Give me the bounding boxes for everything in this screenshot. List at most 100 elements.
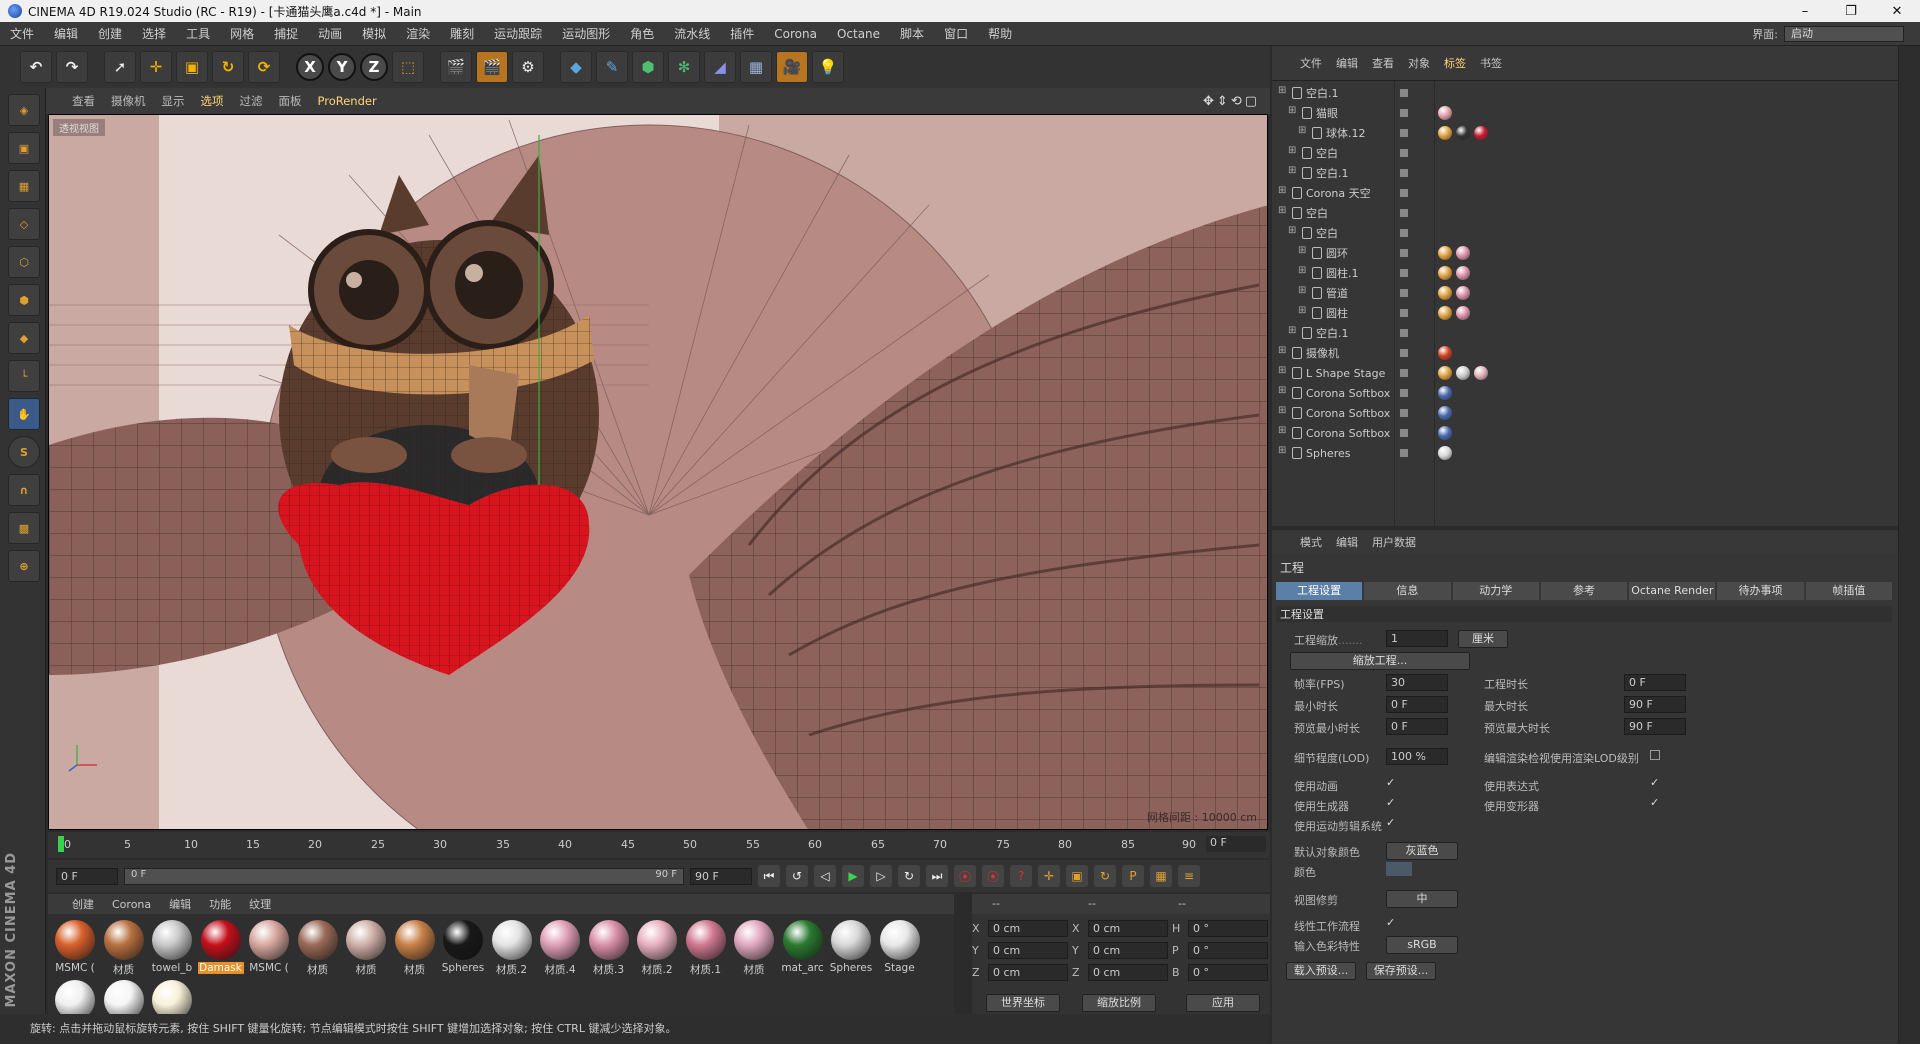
coordinate-mode-select[interactable]: 世界坐标 xyxy=(986,994,1060,1012)
tag-icon[interactable] xyxy=(1438,406,1452,420)
size-x-field[interactable]: 0 cm xyxy=(1088,920,1168,937)
object-row[interactable]: ⊞ Corona Softbox xyxy=(1272,403,1900,423)
rotation-p-field[interactable]: 0 ° xyxy=(1188,942,1268,959)
expand-icon[interactable]: ⊞ xyxy=(1278,185,1286,196)
visibility-toggle[interactable] xyxy=(1400,209,1408,217)
expand-icon[interactable]: ⊞ xyxy=(1278,85,1286,96)
polygons-mode-icon[interactable]: ◆ xyxy=(8,322,40,354)
mat-menu-function[interactable]: 功能 xyxy=(209,896,231,912)
object-row[interactable]: ⊞ 空白.1 xyxy=(1272,163,1900,183)
next-frame-icon[interactable]: ▷ xyxy=(870,865,892,887)
use-expr-checkbox[interactable]: ✓ xyxy=(1650,776,1659,789)
tab-project-settings[interactable]: 工程设置 xyxy=(1276,582,1363,600)
obj-menu-edit[interactable]: 编辑 xyxy=(1336,55,1358,71)
render-settings-icon[interactable]: ⚙ xyxy=(512,51,544,83)
timeline-options-icon[interactable]: ≡ xyxy=(1178,865,1200,887)
use-anim-checkbox[interactable]: ✓ xyxy=(1386,776,1395,789)
menu-character[interactable]: 角色 xyxy=(620,25,664,42)
visibility-toggle[interactable] xyxy=(1400,189,1408,197)
object-name[interactable]: 空白.1 xyxy=(1316,165,1349,181)
restore-button[interactable]: ❐ xyxy=(1828,4,1874,19)
object-row[interactable]: ⊞ 圆柱.1 xyxy=(1272,263,1900,283)
tab-octane-render[interactable]: Octane Render xyxy=(1629,582,1716,600)
render-view-icon[interactable]: 🎬 xyxy=(440,51,472,83)
preview-max-field[interactable]: 90 F xyxy=(1624,718,1686,735)
material-swatch[interactable]: 材质.3 xyxy=(586,918,632,978)
visibility-toggle[interactable] xyxy=(1400,309,1408,317)
material-swatch[interactable]: 材质 xyxy=(392,918,438,978)
undo-icon[interactable]: ↶ xyxy=(20,51,52,83)
sculpt-grid-icon[interactable]: ⊕ xyxy=(8,550,40,582)
current-frame-field[interactable]: 0 F xyxy=(1206,836,1266,852)
object-row[interactable]: ⊞ 球体.12 xyxy=(1272,123,1900,143)
object-name[interactable]: 球体.12 xyxy=(1326,125,1366,141)
workplane-icon[interactable]: ◇ xyxy=(8,208,40,240)
object-row[interactable]: ⊞ 管道 xyxy=(1272,283,1900,303)
visibility-toggle[interactable] xyxy=(1400,449,1408,457)
tag-icon[interactable] xyxy=(1438,346,1452,360)
tag-icon[interactable] xyxy=(1456,266,1470,280)
obj-menu-tags[interactable]: 标签 xyxy=(1444,55,1466,71)
rotate-tool-icon[interactable]: ↻ xyxy=(212,51,244,83)
light-icon[interactable]: 💡 xyxy=(812,51,844,83)
minimize-button[interactable]: – xyxy=(1782,4,1828,19)
select-tool-icon[interactable]: ➚ xyxy=(104,51,136,83)
object-name[interactable]: 圆柱.1 xyxy=(1326,265,1359,281)
material-swatch[interactable]: mat_arc xyxy=(780,918,826,978)
model-mode-icon[interactable]: ▣ xyxy=(8,132,40,164)
menu-select[interactable]: 选择 xyxy=(132,25,176,42)
tab-frame-interpolation[interactable]: 帧插值 xyxy=(1805,582,1892,600)
tag-icon[interactable] xyxy=(1456,306,1470,320)
material-swatch[interactable]: Damask xyxy=(197,918,244,978)
visibility-toggle[interactable] xyxy=(1400,229,1408,237)
object-row[interactable]: ⊞ Spheres xyxy=(1272,443,1900,463)
expand-icon[interactable]: ⊞ xyxy=(1298,285,1306,296)
tag-icon[interactable] xyxy=(1438,306,1452,320)
attr-menu-mode[interactable]: 模式 xyxy=(1300,534,1322,550)
menu-render[interactable]: 渲染 xyxy=(396,25,440,42)
make-editable-icon[interactable]: ◈ xyxy=(8,94,40,126)
visibility-toggle[interactable] xyxy=(1400,109,1408,117)
key-pla-icon[interactable]: ▦ xyxy=(1150,865,1172,887)
object-name[interactable]: 圆环 xyxy=(1326,245,1348,261)
preview-range-slider[interactable]: 0 F 90 F xyxy=(124,867,684,885)
preview-min-field[interactable]: 0 F xyxy=(1386,718,1448,735)
record-key-icon[interactable]: ⦿ xyxy=(954,865,976,887)
z-axis-lock-icon[interactable]: Z xyxy=(360,53,388,81)
menu-create[interactable]: 创建 xyxy=(88,25,132,42)
material-swatch[interactable]: MSMC ( xyxy=(246,918,292,978)
object-name[interactable]: Corona Softbox xyxy=(1306,407,1390,420)
view-clip-select[interactable]: 中 xyxy=(1386,890,1458,908)
tag-icon[interactable] xyxy=(1456,286,1470,300)
move-tool-icon[interactable]: ✛ xyxy=(140,51,172,83)
expand-icon[interactable]: ⊞ xyxy=(1288,325,1296,336)
expand-icon[interactable]: ⊞ xyxy=(1278,205,1286,216)
menu-mesh[interactable]: 网格 xyxy=(220,25,264,42)
edges-mode-icon[interactable]: ⬢ xyxy=(8,284,40,316)
cloner-icon[interactable]: ✻ xyxy=(668,51,700,83)
key-position-icon[interactable]: ✛ xyxy=(1038,865,1060,887)
size-z-field[interactable]: 0 cm xyxy=(1088,964,1168,981)
expand-icon[interactable]: ⊞ xyxy=(1298,245,1306,256)
lod-field[interactable]: 100 % xyxy=(1386,748,1448,765)
rotation-b-field[interactable]: 0 ° xyxy=(1188,964,1268,981)
material-swatch[interactable]: 材质.4 xyxy=(537,918,583,978)
obj-menu-bookmarks[interactable]: 书签 xyxy=(1480,55,1502,71)
scale-project-button[interactable]: 缩放工程... xyxy=(1290,652,1470,670)
menu-help[interactable]: 帮助 xyxy=(978,25,1022,42)
tag-icon[interactable] xyxy=(1456,246,1470,260)
y-axis-lock-icon[interactable]: Y xyxy=(328,53,356,81)
visibility-toggle[interactable] xyxy=(1400,249,1408,257)
material-swatch[interactable]: 材质.1 xyxy=(683,918,729,978)
object-name[interactable]: 空白 xyxy=(1306,205,1328,221)
max-time-field[interactable]: 90 F xyxy=(1624,696,1686,713)
material-swatch[interactable]: 材质 xyxy=(295,918,341,978)
expand-icon[interactable]: ⊞ xyxy=(1278,345,1286,356)
tag-icon[interactable] xyxy=(1438,446,1452,460)
camera-icon[interactable]: 🎥 xyxy=(776,51,808,83)
object-name[interactable]: 猫眼 xyxy=(1316,105,1338,121)
go-to-end-icon[interactable]: ⏭ xyxy=(926,865,948,887)
object-name[interactable]: 空白.1 xyxy=(1306,85,1339,101)
material-swatch[interactable]: 材质.2 xyxy=(634,918,680,978)
menu-sculpt[interactable]: 雕刻 xyxy=(440,25,484,42)
